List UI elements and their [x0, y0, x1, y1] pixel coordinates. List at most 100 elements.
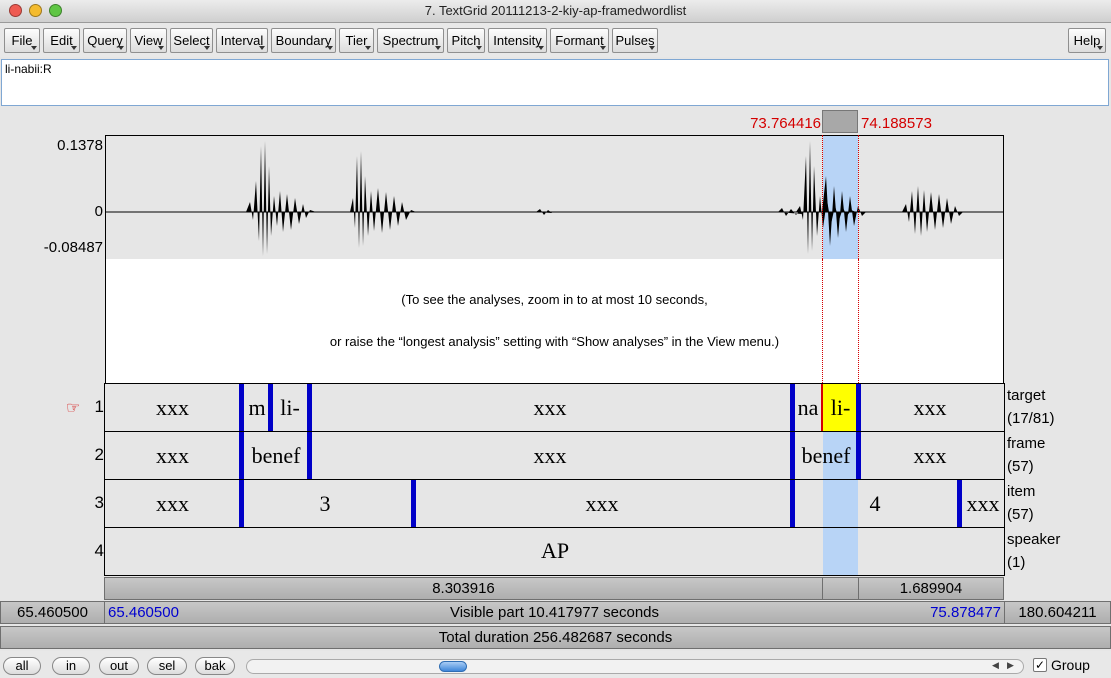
tier-3-boundary[interactable]	[239, 480, 244, 527]
tier-1-interval-label[interactable]: na	[794, 395, 822, 421]
tier-1-interval-label[interactable]: xxx	[500, 395, 600, 421]
interval-text-field[interactable]: li-nabii:R	[1, 59, 1109, 106]
menu-edit[interactable]: Edit	[43, 28, 80, 53]
scroll-left-arrow-icon[interactable]: ◀	[992, 660, 999, 671]
chevron-down-icon	[600, 46, 606, 50]
window-start-time[interactable]: 65.460500	[0, 601, 105, 624]
tier-3-interval-label[interactable]: 4	[860, 491, 890, 517]
tier-1-boundary[interactable]	[268, 384, 273, 431]
tier-3-number[interactable]: 3	[80, 493, 104, 513]
tier-4-count: (1)	[1007, 554, 1026, 571]
zoom-out-button[interactable]: out	[99, 657, 139, 675]
zoom-back-button[interactable]: bak	[195, 657, 235, 675]
tier-2-interval-label[interactable]: benef	[244, 443, 308, 469]
selection-time-box[interactable]	[822, 110, 858, 133]
group-checkbox[interactable]: ✓	[1033, 658, 1047, 672]
menu-pitch[interactable]: Pitch	[447, 28, 485, 53]
tier-1-boundary[interactable]	[790, 384, 795, 431]
group-checkbox-label: Group	[1051, 657, 1090, 673]
menu-boundary[interactable]: Boundary	[271, 28, 336, 53]
help-button[interactable]: Help	[1068, 28, 1106, 53]
tier-1-interval-label[interactable]: m	[244, 395, 270, 421]
menu-spectrum[interactable]: Spectrum	[377, 28, 444, 53]
waveform-panel[interactable]	[105, 135, 1004, 260]
visible-part-bar[interactable]: 65.460500 Visible part 10.417977 seconds…	[104, 601, 1005, 624]
tier-2-boundary[interactable]	[790, 432, 795, 479]
menu-edit-label: Edit	[50, 33, 73, 48]
horizontal-scrollbar[interactable]: ◀ ▶	[246, 659, 1024, 674]
tier-2-boundary[interactable]	[239, 432, 244, 479]
tier-2-interval-label[interactable]: benef	[794, 443, 858, 469]
tier-2-name[interactable]: frame (57)	[1007, 432, 1045, 478]
chevron-down-icon	[158, 46, 164, 50]
tier-3-interval-label[interactable]: 3	[300, 491, 350, 517]
chevron-down-icon	[327, 46, 333, 50]
analysis-panel[interactable]: (To see the analyses, zoom in to at most…	[105, 259, 1004, 384]
zoom-in-button[interactable]: in	[52, 657, 90, 675]
zoom-all-button[interactable]: all	[3, 657, 41, 675]
tier-2-count: (57)	[1007, 458, 1034, 475]
tier-2-interval-label[interactable]: xxx	[880, 443, 980, 469]
tier-1-number[interactable]: 1	[80, 397, 104, 417]
menu-tier[interactable]: Tier	[339, 28, 374, 53]
menu-query[interactable]: Query	[83, 28, 127, 53]
duration-selection[interactable]	[822, 577, 859, 600]
zoom-sel-button[interactable]: sel	[147, 657, 187, 675]
tier-3-interval-label[interactable]: xxx	[140, 491, 205, 517]
menu-interval-label: Interval	[220, 33, 264, 48]
tier-1-boundary[interactable]	[239, 384, 244, 431]
chevron-down-icon	[118, 46, 124, 50]
menu-view[interactable]: View	[130, 28, 167, 53]
menu-formant[interactable]: Formant	[550, 28, 609, 53]
menu-intensity-label: Intensity	[493, 33, 542, 48]
duration-before-selection[interactable]: 8.303916	[104, 577, 823, 600]
tier-3-interval-label[interactable]: xxx	[552, 491, 652, 517]
tier-3-name[interactable]: item (57)	[1007, 480, 1035, 526]
selection-start-time: 73.764416	[750, 115, 821, 132]
selection-end-line-analysis	[858, 259, 859, 383]
tier-2-boundary[interactable]	[856, 432, 861, 479]
tier-1-interval-label[interactable]: xxx	[140, 395, 205, 421]
tier-3-boundary[interactable]	[411, 480, 416, 527]
tier-3-boundary[interactable]	[957, 480, 962, 527]
duration-after-selection[interactable]: 1.689904	[858, 577, 1004, 600]
tier-1-interval-label[interactable]: xxx	[880, 395, 980, 421]
title-bar: 7. TextGrid 20111213-2-kiy-ap-framedword…	[0, 0, 1111, 23]
menu-interval[interactable]: Interval	[216, 28, 268, 53]
tier-2-interval-label[interactable]: xxx	[500, 443, 600, 469]
chevron-down-icon	[1097, 46, 1103, 50]
waveform-zero: 0	[94, 203, 103, 220]
tier-1-boundary[interactable]	[307, 384, 312, 431]
selection-start-line-analysis	[822, 259, 823, 383]
scrollbar-thumb[interactable]	[439, 661, 467, 672]
chevron-down-icon	[649, 46, 655, 50]
tier-4-number[interactable]: 4	[80, 541, 104, 561]
menu-intensity[interactable]: Intensity	[488, 28, 547, 53]
interval-text-value: li-nabii:R	[5, 62, 52, 76]
total-duration-bar[interactable]: Total duration 256.482687 seconds	[0, 626, 1111, 649]
tier-3-interval-label[interactable]: xxx	[962, 491, 1004, 517]
menu-pulses[interactable]: Pulses	[612, 28, 658, 53]
tier-4-name[interactable]: speaker (1)	[1007, 528, 1060, 574]
window-end-time[interactable]: 180.604211	[1004, 601, 1111, 624]
menu-select[interactable]: Select	[170, 28, 213, 53]
chevron-down-icon	[538, 46, 544, 50]
menu-bar: File Edit Query View Select Interval Bou…	[0, 23, 1111, 57]
tier-2-number[interactable]: 2	[80, 445, 104, 465]
tier-2-boundary[interactable]	[307, 432, 312, 479]
tier-1-interval-label[interactable]: li-	[272, 395, 308, 421]
scroll-right-arrow-icon[interactable]: ▶	[1007, 660, 1014, 671]
chevron-down-icon	[476, 46, 482, 50]
tier-4-interval-label[interactable]: AP	[505, 538, 605, 564]
waveform-graph	[106, 141, 1003, 256]
menu-file[interactable]: File	[4, 28, 40, 53]
tier-1-name-text: target	[1007, 387, 1046, 404]
menu-formant-label: Formant	[555, 33, 604, 48]
waveform-ymin: -0.08487	[43, 239, 103, 256]
tier-1-selected-interval-label[interactable]: li-	[823, 395, 858, 421]
waveform-ymax: 0.1378	[57, 137, 103, 154]
tier-3-boundary[interactable]	[790, 480, 795, 527]
tier-2-interval-label[interactable]: xxx	[140, 443, 205, 469]
tier-1-boundary[interactable]	[856, 384, 861, 431]
tier-1-name[interactable]: target (17/81)	[1007, 384, 1055, 430]
